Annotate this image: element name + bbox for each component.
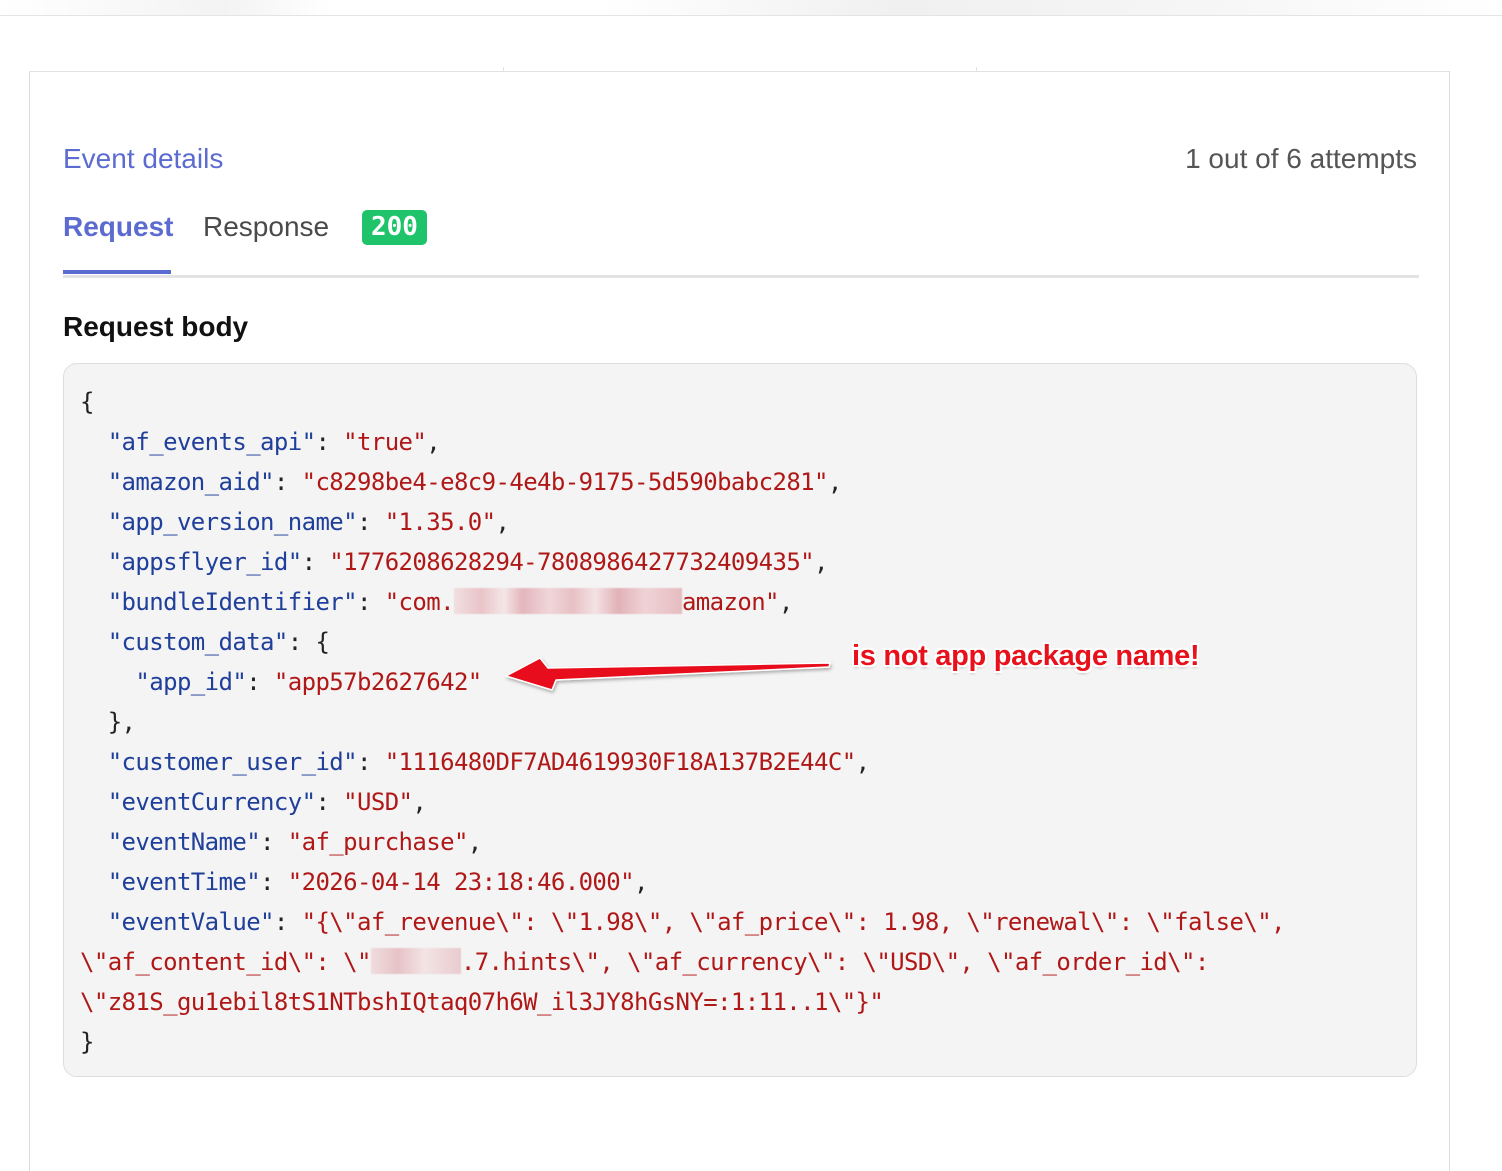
request-body-title: Request body bbox=[63, 311, 249, 342]
code-line: } bbox=[80, 1022, 1285, 1062]
event-details-panel: Event details 1 out of 6 attempts Reques… bbox=[29, 67, 1450, 1171]
code-line: "amazon_aid": "c8298be4-e8c9-4e4b-9175-5… bbox=[107, 468, 843, 496]
active-tab-indicator bbox=[63, 270, 171, 274]
attempts-counter: 1 out of 6 attempts bbox=[1185, 143, 1417, 174]
json-value: "{\"af_revenue\": \"1.98\", \"af_price\"… bbox=[301, 908, 1286, 936]
json-value: "af_purchase" bbox=[287, 828, 469, 856]
code-line: "customer_user_id": "1116480DF7AD4619930… bbox=[107, 748, 870, 776]
json-value: "true" bbox=[343, 428, 427, 456]
panel-divider bbox=[503, 67, 504, 72]
code-line: "appsflyer_id": "1776208628294-780898642… bbox=[107, 548, 829, 576]
json-punct: { bbox=[80, 388, 94, 416]
code-line: "eventName": "af_purchase", bbox=[107, 828, 483, 856]
json-key: "customer_user_id" bbox=[107, 748, 358, 776]
code-line: "eventTime": "2026-04-14 23:18:46.000", bbox=[107, 868, 649, 896]
event-details-title: Event details bbox=[63, 143, 224, 174]
json-value: \"af_content_id\": \" bbox=[80, 948, 371, 976]
tab-request[interactable]: Request bbox=[63, 210, 173, 244]
panel-divider bbox=[976, 67, 977, 72]
top-bar bbox=[0, 0, 1502, 16]
status-code-badge: 200 bbox=[362, 210, 427, 245]
json-value: amazon" bbox=[681, 588, 780, 616]
json-value: .7.hints\", \"af_currency\": \"USD\", \"… bbox=[460, 948, 1209, 976]
json-value: "1116480DF7AD4619930F18A137B2E44C" bbox=[384, 748, 856, 776]
code-line: "eventValue": "{\"af_revenue\": \"1.98\"… bbox=[107, 908, 1286, 936]
json-value: "com. bbox=[384, 588, 455, 616]
json-key: "appsflyer_id" bbox=[107, 548, 302, 576]
json-key: "eventCurrency" bbox=[107, 788, 316, 816]
tab-response[interactable]: Response bbox=[203, 210, 329, 244]
json-key: "eventTime" bbox=[107, 868, 261, 896]
code-line: \"af_content_id\": \" .7.hints\", \"af_cu… bbox=[80, 942, 1285, 982]
json-value: "1776208628294-7808986427732409435" bbox=[329, 548, 815, 576]
json-key: "app_id" bbox=[135, 668, 247, 696]
request-response-tabs: Request Response 200 bbox=[63, 203, 1419, 278]
code-line: { bbox=[80, 382, 1285, 422]
json-key: "eventName" bbox=[107, 828, 261, 856]
json-code: { "af_events_api": "true", "amazon_aid":… bbox=[80, 382, 1286, 1062]
request-body-code-block: { "af_events_api": "true", "amazon_aid":… bbox=[63, 363, 1417, 1077]
json-value: "1.35.0" bbox=[384, 508, 496, 536]
json-punct: } bbox=[80, 1028, 94, 1056]
json-key: "amazon_aid" bbox=[107, 468, 275, 496]
code-line: \"z81S_gu1ebil8tS1NTbshIQtaq07h6W_il3JY8… bbox=[80, 982, 1285, 1022]
json-key: "bundleIdentifier" bbox=[107, 588, 358, 616]
redacted-blur bbox=[370, 948, 461, 974]
json-key: "app_version_name" bbox=[107, 508, 358, 536]
json-key: "eventValue" bbox=[107, 908, 275, 936]
json-value: "2026-04-14 23:18:46.000" bbox=[287, 868, 635, 896]
annotation-label: is not app package name! bbox=[852, 640, 1200, 672]
json-punct: }, bbox=[107, 708, 136, 736]
redacted-blur bbox=[453, 588, 682, 614]
json-value: "app57b2627642" bbox=[273, 668, 482, 696]
json-value: "USD" bbox=[343, 788, 413, 816]
code-line: }, bbox=[80, 702, 1285, 742]
code-line: "eventCurrency": "USD", bbox=[107, 788, 427, 816]
json-key: "custom_data" bbox=[107, 628, 289, 656]
code-line: "bundleIdentifier": "com. amazon", bbox=[107, 588, 793, 616]
code-line: "af_events_api": "true", bbox=[107, 428, 441, 456]
json-key: "af_events_api" bbox=[107, 428, 316, 456]
code-line: "app_version_name": "1.35.0", bbox=[107, 508, 510, 536]
json-value: \"z81S_gu1ebil8tS1NTbshIQtaq07h6W_il3JY8… bbox=[80, 988, 884, 1016]
json-value: "c8298be4-e8c9-4e4b-9175-5d590babc281" bbox=[301, 468, 829, 496]
